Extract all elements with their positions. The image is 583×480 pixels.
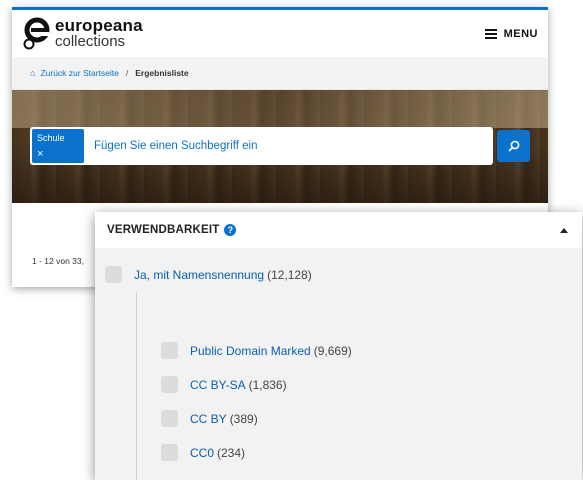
chip-remove-icon[interactable]: × [37,149,79,160]
hamburger-icon [484,28,497,39]
europeana-logo-icon [22,17,52,51]
usability-filter-panel: VERWENDBARKEIT ? Ja, mit Namensnennung (… [95,212,582,480]
checkbox[interactable] [161,342,178,359]
question-circle-icon[interactable]: ? [224,224,237,236]
breadcrumb-back-link[interactable]: Zurück zur Startseite [40,68,118,78]
filter-option[interactable]: CC0 (234) [161,444,245,461]
option-label: CC BY-SA [190,377,246,392]
option-count: (12,128) [267,267,312,282]
hero-banner: Schule × Fügen Sie einen Suchbegriff ein [12,90,548,203]
breadcrumb-separator: / [125,68,129,78]
filter-title: VERWENDBARKEIT [107,224,220,236]
tree-connector [136,292,137,480]
checkbox[interactable] [161,376,178,393]
option-count: (389) [229,411,258,426]
filter-option[interactable]: CC BY-SA (1,836) [161,376,287,393]
logo-title: europeana [55,15,143,35]
europeana-logo[interactable]: europeana collections [22,17,143,51]
option-count: (234) [217,445,246,460]
menu-button[interactable]: MENU [484,27,538,40]
breadcrumb: ⌂ Zurück zur Startseite / Ergebnisliste [12,57,548,90]
menu-label: MENU [503,27,538,40]
option-count: (1,836) [248,377,287,392]
checkbox[interactable] [161,444,178,461]
chip-label: Schule [37,133,65,143]
filter-header[interactable]: VERWENDBARKEIT ? [95,212,582,248]
checkbox[interactable] [161,410,178,427]
filter-option-parent[interactable]: Ja, mit Namensnennung (12,128) [105,266,312,283]
site-header: europeana collections MENU [12,7,548,57]
caret-up-icon[interactable] [560,227,568,233]
filter-option[interactable]: CC BY (389) [161,410,258,427]
search-box[interactable]: Schule × Fügen Sie einen Suchbegriff ein [30,127,493,165]
search-term-chip[interactable]: Schule × [32,129,84,163]
option-label: Public Domain Marked [190,343,311,358]
option-label: Ja, mit Namensnennung [134,267,265,282]
result-count: 1 - 12 von 33, [32,256,84,266]
checkbox[interactable] [105,266,122,283]
option-label: CC BY [190,411,227,426]
option-count: (9,669) [313,343,352,358]
home-icon: ⌂ [30,68,36,78]
option-label: CC0 [190,445,215,460]
search-input[interactable]: Fügen Sie einen Suchbegriff ein [94,140,257,152]
search-button[interactable] [497,130,530,162]
filter-option[interactable]: Public Domain Marked (9,669) [161,342,352,359]
search-icon [508,140,519,152]
breadcrumb-current: Ergebnisliste [135,68,189,78]
logo-subtitle: collections [55,32,126,50]
